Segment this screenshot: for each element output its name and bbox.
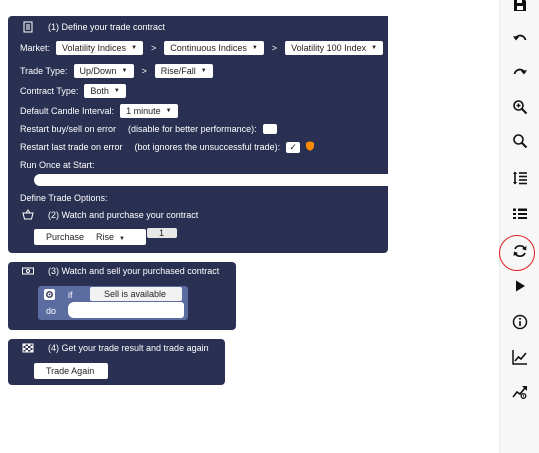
logs-icon [512, 206, 528, 224]
submarket-dropdown[interactable]: Continuous Indices ▼ [164, 41, 264, 55]
restart-last-trade-label: Restart last trade on error [20, 142, 123, 152]
dropdown-arrow-icon: ▼ [200, 68, 207, 74]
block-title: (4) Get your trade result and trade agai… [48, 342, 209, 353]
run-once-label: Run Once at Start: [20, 160, 95, 170]
sell-block[interactable]: (3) Watch and sell your purchased contra… [8, 262, 236, 330]
settings-icon[interactable] [44, 289, 55, 300]
zoom-in-button[interactable] [500, 91, 539, 125]
basket-icon [22, 208, 34, 221]
chart-icon [512, 349, 528, 367]
trade-type-dropdown[interactable]: Rise/Fall ▼ [154, 64, 213, 78]
chart-button[interactable] [500, 341, 539, 375]
run-button[interactable] [500, 270, 539, 304]
market-label: Market: [20, 43, 51, 53]
trade-options-label: Define Trade Options: [20, 193, 108, 203]
dropdown-arrow-icon: ▼ [165, 108, 172, 114]
zoom-out-button[interactable] [500, 125, 539, 159]
symbol-dropdown[interactable]: Volatility 100 Index ▼ [285, 41, 384, 55]
purchase-label: Purchase [46, 232, 85, 242]
redo-icon [512, 65, 528, 83]
cash-icon [22, 265, 34, 277]
block-title: (2) Watch and purchase your contract [48, 209, 199, 220]
finish-flag-icon [22, 342, 34, 354]
highlight-circle [499, 235, 535, 271]
dropdown-arrow-icon: ▼ [251, 45, 258, 51]
rearrange-button[interactable] [500, 162, 539, 196]
undo-icon [512, 31, 528, 49]
trade-type-label: Trade Type: [20, 66, 68, 76]
trade-again-block[interactable]: (4) Get your trade result and trade agai… [8, 339, 225, 385]
info-button[interactable] [500, 306, 539, 340]
market-dropdown[interactable]: Volatility Indices ▼ [56, 41, 144, 55]
trading-view-button[interactable] [500, 376, 539, 410]
do-label: do [46, 306, 57, 316]
dropdown-arrow-icon: ▼ [371, 45, 378, 51]
restart-on-error-note: (disable for better performance): [128, 124, 257, 134]
document-icon [22, 21, 34, 33]
restart-last-trade-note: (bot ignores the unsuccessful trade): [134, 142, 281, 152]
purchase-statement[interactable]: Purchase Rise ▼ [34, 229, 146, 245]
dropdown-arrow-icon: ▼ [113, 88, 120, 94]
trading-view-icon [512, 384, 528, 402]
number-input[interactable]: 1 [147, 228, 177, 238]
trade-definition-block[interactable]: (1) Define your trade contract Market: V… [8, 16, 388, 206]
contract-type-label: Contract Type: [20, 86, 79, 96]
candle-interval-dropdown[interactable]: 1 minute ▼ [120, 104, 178, 118]
purchase-type-dropdown[interactable]: Rise ▼ [96, 232, 125, 242]
block-title: (3) Watch and sell your purchased contra… [48, 265, 220, 276]
dropdown-arrow-icon: ▼ [119, 236, 125, 242]
redo-button[interactable] [500, 57, 539, 91]
restart-last-trade-checkbox[interactable]: ✓ [286, 141, 301, 153]
run-once-slot[interactable] [34, 174, 388, 186]
dropdown-arrow-icon: ▼ [121, 68, 128, 74]
purchase-block[interactable]: (2) Watch and purchase your contract Pur… [8, 206, 388, 253]
save-button[interactable] [500, 0, 539, 23]
logs-button[interactable] [500, 198, 539, 232]
shield-icon [306, 141, 315, 153]
rearrange-icon [512, 170, 528, 188]
dropdown-arrow-icon: ▼ [131, 45, 138, 51]
play-icon [512, 278, 528, 296]
do-slot[interactable] [68, 302, 184, 318]
trade-category-dropdown[interactable]: Up/Down ▼ [73, 64, 134, 78]
save-icon [512, 0, 528, 15]
sell-available-condition[interactable]: Sell is available [90, 287, 182, 301]
contract-type-dropdown[interactable]: Both ▼ [84, 84, 126, 98]
zoom-in-icon [512, 99, 528, 117]
undo-button[interactable] [500, 23, 539, 57]
trade-again-statement[interactable]: Trade Again [34, 363, 108, 379]
info-icon [512, 314, 528, 332]
restart-on-error-checkbox[interactable] [262, 124, 277, 134]
zoom-out-icon [512, 133, 528, 151]
block-title: (1) Define your trade contract [48, 21, 166, 32]
candle-interval-label: Default Candle Interval: [20, 106, 115, 116]
restart-on-error-label: Restart buy/sell on error [20, 124, 117, 134]
if-label: if [68, 290, 73, 300]
workspace-toolbar [499, 0, 539, 453]
